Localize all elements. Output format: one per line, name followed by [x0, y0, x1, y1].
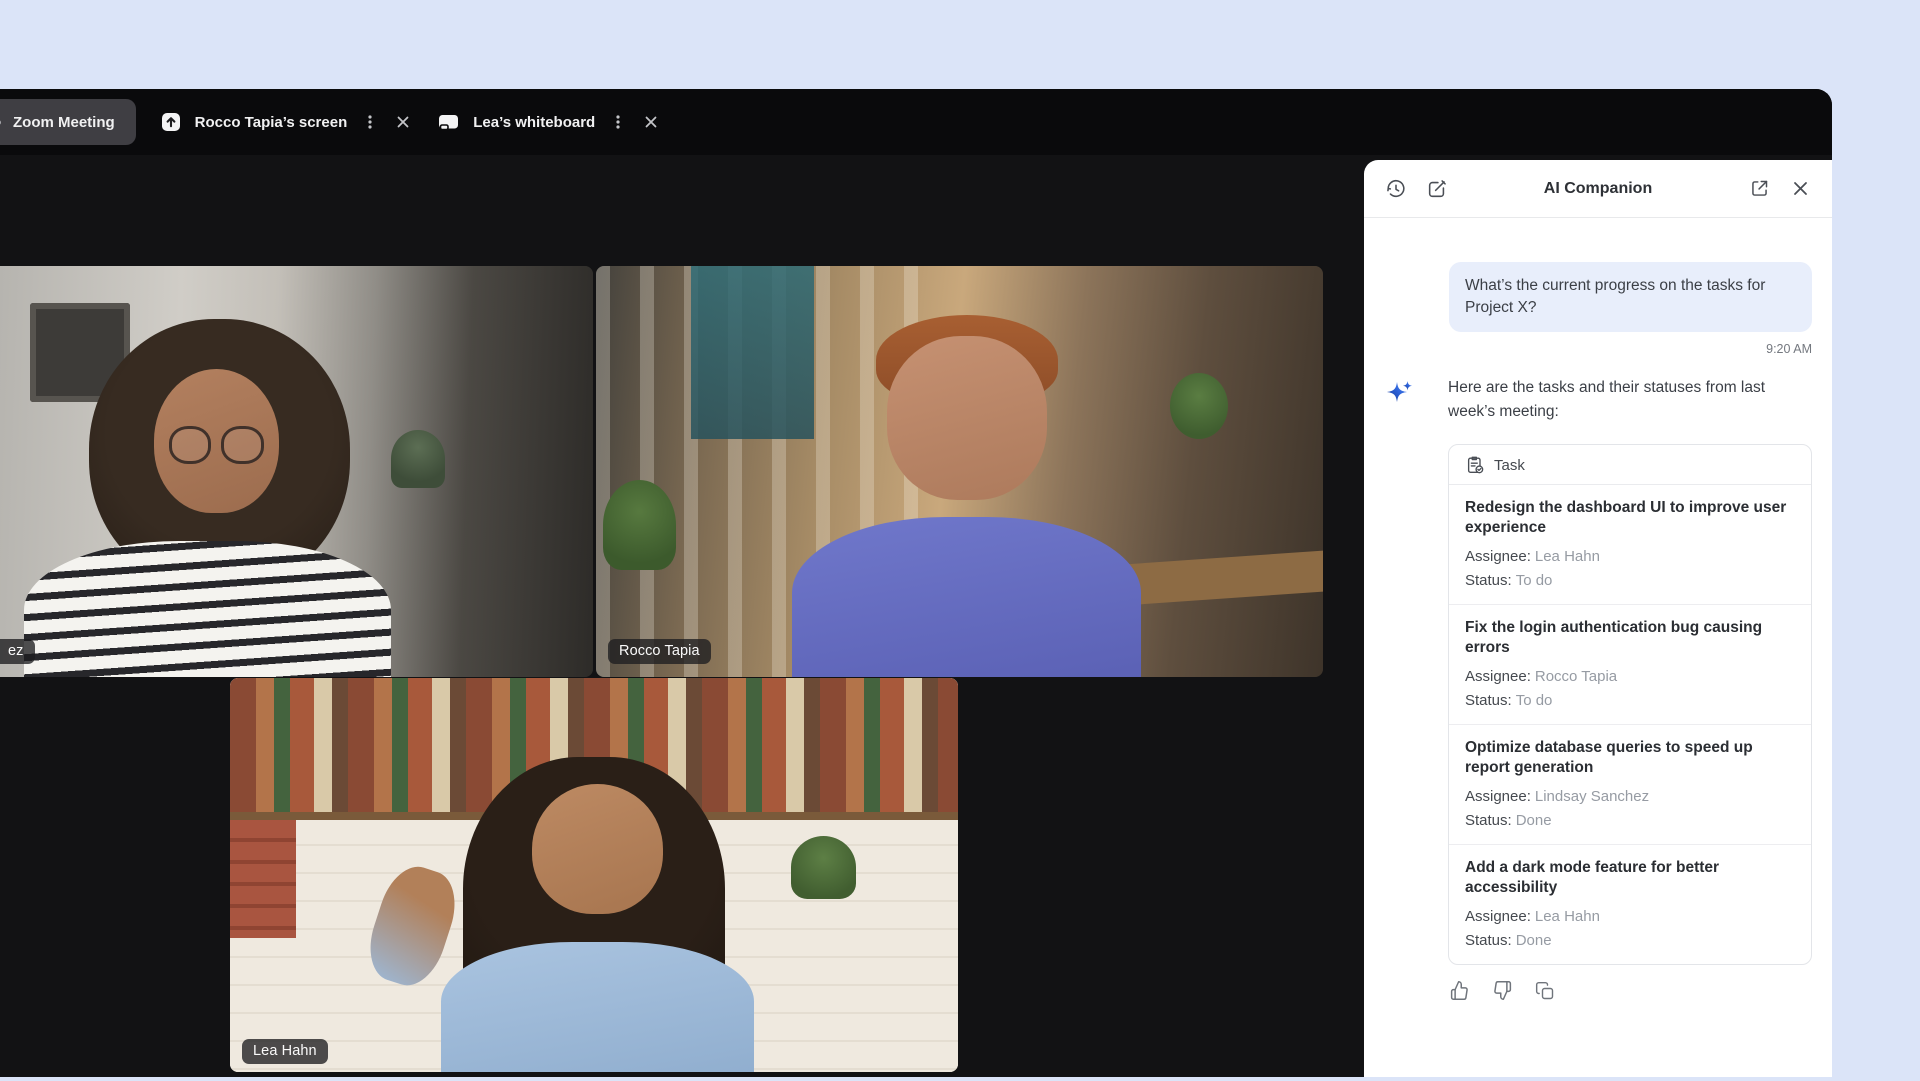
task-title: Redesign the dashboard UI to improve use… [1465, 498, 1795, 539]
assignee-label: Assignee: [1465, 548, 1531, 565]
status-value: To do [1516, 692, 1553, 709]
tab-group-rocco-screen: Rocco Tapia’s screen [160, 111, 414, 133]
panel-close-icon[interactable] [1788, 177, 1812, 201]
tab-options-icon[interactable] [360, 112, 380, 132]
tab-rocco-screen[interactable]: Rocco Tapia’s screen [160, 111, 348, 133]
tab-rocco-screen-label: Rocco Tapia’s screen [195, 114, 348, 131]
user-message-bubble: What’s the current progress on the tasks… [1449, 262, 1812, 332]
task-card: Task Redesign the dashboard UI to improv… [1448, 444, 1812, 965]
ai-companion-header: AI Companion [1364, 160, 1832, 218]
clipboard-check-icon [1465, 455, 1485, 475]
task-item: Fix the login authentication bug causing… [1449, 604, 1811, 724]
share-screen-icon [160, 111, 182, 133]
participant-name-label: Rocco Tapia [608, 639, 711, 664]
new-chat-icon[interactable] [1425, 177, 1449, 201]
ai-sparkle-icon [1384, 378, 1414, 408]
task-item: Optimize database queries to speed up re… [1449, 724, 1811, 844]
status-label: Status: [1465, 932, 1512, 949]
status-value: To do [1516, 572, 1553, 589]
assignee-value: Lea Hahn [1535, 548, 1600, 565]
status-label: Status: [1465, 692, 1512, 709]
tab-zoom-meeting-label: Zoom Meeting [13, 114, 115, 131]
ai-response: Here are the tasks and their statuses fr… [1384, 376, 1812, 424]
assignee-label: Assignee: [1465, 788, 1531, 805]
ai-intro-text: Here are the tasks and their statuses fr… [1448, 376, 1812, 424]
participant-name-label: ez [0, 639, 35, 664]
assignee-label: Assignee: [1465, 668, 1531, 685]
status-label: Status: [1465, 812, 1512, 829]
tab-lea-whiteboard[interactable]: Lea’s whiteboard [437, 111, 595, 133]
assignee-value: Lea Hahn [1535, 908, 1600, 925]
participant-name-label: Lea Hahn [242, 1039, 328, 1064]
thumbs-up-icon[interactable] [1448, 980, 1470, 1002]
assignee-value: Rocco Tapia [1535, 668, 1617, 685]
task-item: Redesign the dashboard UI to improve use… [1449, 485, 1811, 604]
meeting-tab-bar: Zoom Meeting Rocco Tapia’s screen [0, 89, 1832, 155]
pop-out-icon[interactable] [1747, 177, 1771, 201]
tab-zoom-meeting[interactable]: Zoom Meeting [0, 99, 136, 145]
history-icon[interactable] [1384, 177, 1408, 201]
status-value: Done [1516, 932, 1552, 949]
task-list: Redesign the dashboard UI to improve use… [1449, 485, 1811, 964]
tab-lea-whiteboard-label: Lea’s whiteboard [473, 114, 595, 131]
desktop-background: Zoom Meeting Rocco Tapia’s screen [0, 0, 1920, 1081]
tab-close-icon[interactable] [393, 112, 413, 132]
task-title: Fix the login authentication bug causing… [1465, 618, 1795, 659]
ai-chat-area: What’s the current progress on the tasks… [1364, 218, 1832, 1002]
status-value: Done [1516, 812, 1552, 829]
task-card-header: Task [1449, 445, 1811, 485]
video-tile-rocco-tapia[interactable]: Rocco Tapia [596, 266, 1323, 677]
whiteboard-icon [437, 111, 460, 133]
message-timestamp: 9:20 AM [1384, 342, 1812, 356]
task-title: Add a dark mode feature for better acces… [1465, 858, 1795, 899]
task-item: Add a dark mode feature for better acces… [1449, 844, 1811, 964]
ai-companion-panel: AI Companion What’s the current progress… [1364, 160, 1832, 1077]
panel-title: AI Companion [1544, 180, 1652, 198]
status-label: Status: [1465, 572, 1512, 589]
thumbs-down-icon[interactable] [1491, 980, 1513, 1002]
meeting-status-dot [0, 120, 1, 125]
task-card-title: Task [1494, 457, 1525, 474]
assignee-label: Assignee: [1465, 908, 1531, 925]
response-feedback-bar [1448, 980, 1812, 1002]
video-tile-lea-hahn[interactable]: Lea Hahn [230, 678, 958, 1072]
task-title: Optimize database queries to speed up re… [1465, 738, 1795, 779]
tab-close-icon[interactable] [641, 112, 661, 132]
video-tile-participant-1[interactable]: ez [0, 266, 593, 677]
assignee-value: Lindsay Sanchez [1535, 788, 1649, 805]
tab-group-lea-whiteboard: Lea’s whiteboard [437, 111, 661, 133]
tab-options-icon[interactable] [608, 112, 628, 132]
copy-icon[interactable] [1534, 980, 1556, 1002]
